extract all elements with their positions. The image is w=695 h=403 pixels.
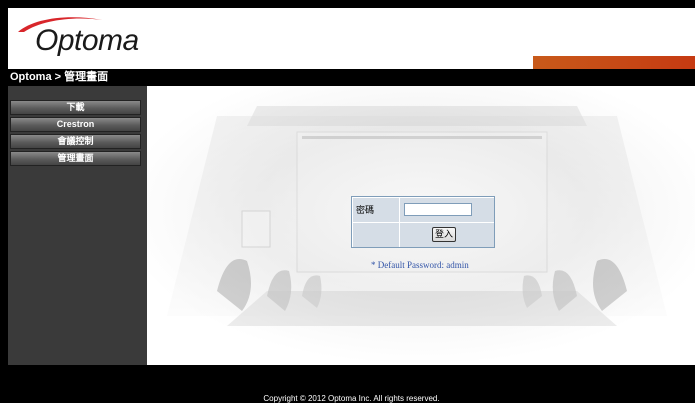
optoma-logo[interactable]: Optoma bbox=[14, 14, 144, 64]
password-label: 密碼 bbox=[353, 198, 399, 222]
logo-text: Optoma bbox=[35, 24, 139, 57]
default-password-hint: * Default Password: admin bbox=[371, 260, 469, 270]
login-spacer-cell bbox=[353, 223, 399, 247]
login-button[interactable]: 登入 bbox=[432, 227, 456, 242]
main-content: 密碼 登入 * Default Password: admin bbox=[147, 86, 695, 365]
sidebar-item-meeting-control[interactable]: 會議控制 bbox=[10, 134, 141, 149]
login-form: 密碼 登入 bbox=[351, 196, 495, 248]
sidebar: 下載 Crestron 會議控制 管理畫面 bbox=[8, 86, 147, 365]
footer: Copyright © 2012 Optoma Inc. All rights … bbox=[8, 365, 695, 403]
copyright-text: Copyright © 2012 Optoma Inc. All rights … bbox=[263, 394, 440, 403]
breadcrumb: Optoma > 管理畫面 bbox=[8, 69, 695, 86]
sidebar-item-admin[interactable]: 管理畫面 bbox=[10, 151, 141, 166]
app-frame: Optoma Optoma > 管理畫面 下載 Crestron 會議控制 管理… bbox=[8, 8, 695, 403]
password-input-cell bbox=[400, 198, 494, 222]
password-input[interactable] bbox=[404, 203, 472, 216]
header-accent-bar bbox=[533, 56, 695, 69]
sidebar-item-download[interactable]: 下載 bbox=[10, 100, 141, 115]
sidebar-item-crestron[interactable]: Crestron bbox=[10, 117, 141, 132]
header: Optoma bbox=[8, 8, 695, 69]
login-button-cell: 登入 bbox=[400, 223, 494, 247]
